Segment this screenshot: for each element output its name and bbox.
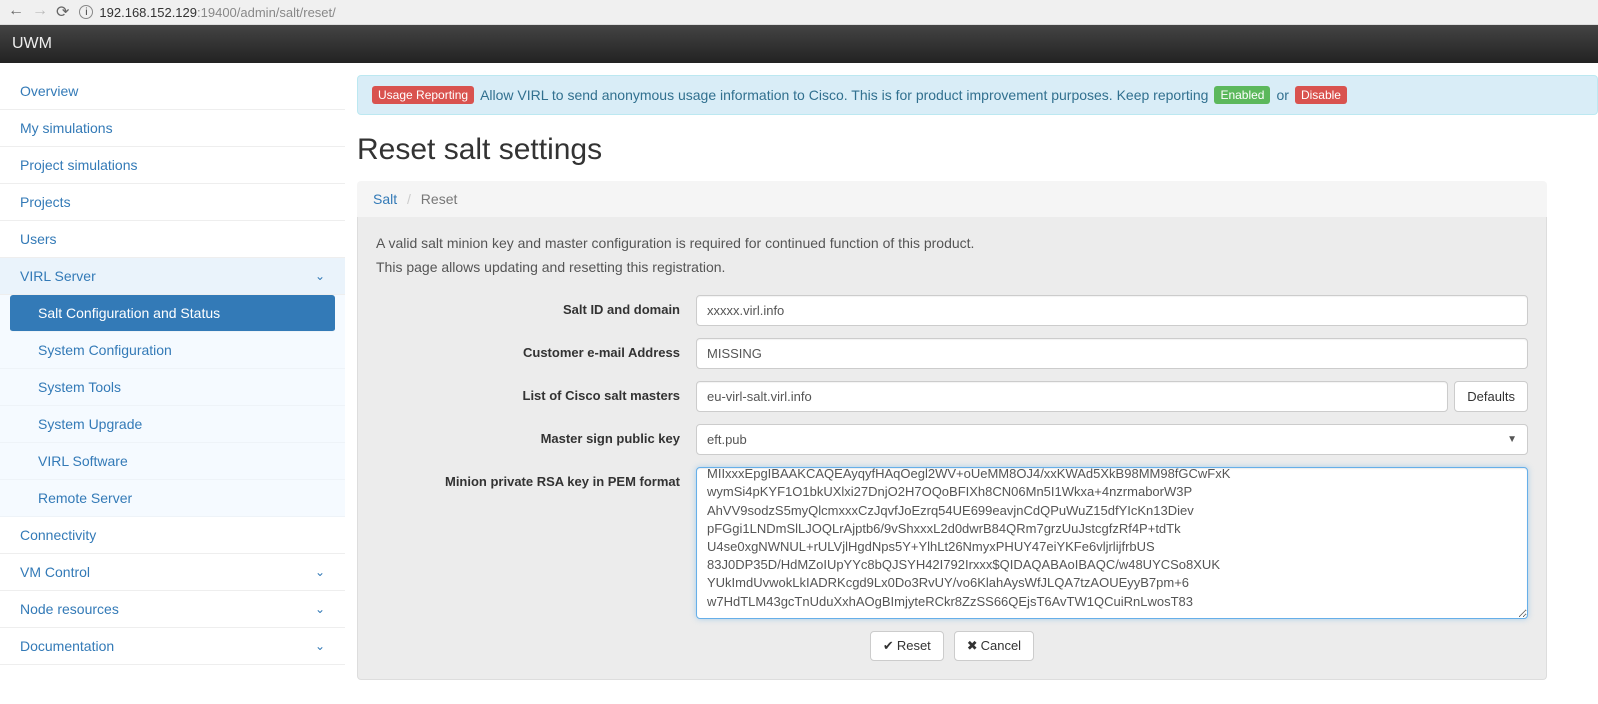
cancel-button-label: Cancel — [981, 638, 1021, 653]
brand-label[interactable]: UWM — [12, 35, 52, 52]
sidebar-item-label: System Tools — [38, 379, 121, 395]
salt-id-label: Salt ID and domain — [376, 295, 696, 317]
back-icon[interactable]: ← — [8, 2, 24, 22]
pem-textarea[interactable] — [696, 467, 1528, 619]
sidebar-item-salt-config[interactable]: Salt Configuration and Status — [10, 295, 335, 332]
sidebar-item-label: VIRL Server — [20, 268, 96, 284]
email-label: Customer e-mail Address — [376, 338, 696, 360]
sidebar: Overview My simulations Project simulati… — [0, 63, 345, 700]
sidebar-item-label: VIRL Software — [38, 453, 128, 469]
alert-or: or — [1276, 87, 1288, 103]
reset-button[interactable]: ✔Reset — [870, 631, 944, 661]
pubkey-label: Master sign public key — [376, 424, 696, 446]
browser-toolbar: ← → ⟳ i 192.168.152.129:19400/admin/salt… — [0, 0, 1598, 25]
sidebar-item-label: System Upgrade — [38, 416, 142, 432]
page-title: Reset salt settings — [357, 133, 1598, 167]
reset-salt-panel: A valid salt minion key and master confi… — [357, 217, 1547, 680]
cancel-button[interactable]: ✖Cancel — [954, 631, 1034, 661]
sidebar-item-node-resources[interactable]: Node resources ⌄ — [0, 591, 345, 628]
app-header: UWM — [0, 25, 1598, 63]
breadcrumb: Salt / Reset — [357, 181, 1547, 217]
info-icon[interactable]: i — [79, 5, 93, 19]
panel-intro-1: A valid salt minion key and master confi… — [376, 235, 1528, 251]
check-icon: ✔ — [883, 638, 894, 653]
sidebar-item-remote-server[interactable]: Remote Server — [0, 480, 345, 517]
url-host: 192.168.152.129 — [99, 5, 197, 20]
sidebar-item-label: Node resources — [20, 601, 119, 617]
salt-id-input[interactable] — [696, 295, 1528, 326]
main-content: Usage Reporting Allow VIRL to send anony… — [345, 63, 1598, 700]
pem-label: Minion private RSA key in PEM format — [376, 467, 696, 489]
sidebar-item-label: Projects — [20, 194, 71, 210]
chevron-down-icon: ▼ — [1507, 434, 1517, 445]
sidebar-item-my-simulations[interactable]: My simulations — [0, 110, 345, 147]
sidebar-item-vm-control[interactable]: VM Control ⌄ — [0, 554, 345, 591]
panel-intro-2: This page allows updating and resetting … — [376, 259, 1528, 275]
sidebar-item-label: VM Control — [20, 564, 90, 580]
masters-label: List of Cisco salt masters — [376, 381, 696, 403]
sidebar-item-project-simulations[interactable]: Project simulations — [0, 147, 345, 184]
sidebar-item-system-tools[interactable]: System Tools — [0, 369, 345, 406]
sidebar-item-system-upgrade[interactable]: System Upgrade — [0, 406, 345, 443]
url-bar[interactable]: i 192.168.152.129:19400/admin/salt/reset… — [79, 5, 335, 20]
sidebar-item-label: Users — [20, 231, 57, 247]
sidebar-item-label: Documentation — [20, 638, 114, 654]
breadcrumb-salt[interactable]: Salt — [373, 191, 397, 207]
sidebar-item-label: My simulations — [20, 120, 113, 136]
reload-icon[interactable]: ⟳ — [56, 2, 69, 22]
chevron-down-icon: ⌄ — [315, 602, 325, 616]
sidebar-item-label: Connectivity — [20, 527, 96, 543]
sidebar-item-users[interactable]: Users — [0, 221, 345, 258]
sidebar-item-virl-software[interactable]: VIRL Software — [0, 443, 345, 480]
defaults-button[interactable]: Defaults — [1454, 381, 1528, 412]
usage-reporting-alert: Usage Reporting Allow VIRL to send anony… — [357, 75, 1598, 115]
disable-button[interactable]: Disable — [1295, 86, 1347, 104]
reset-button-label: Reset — [897, 638, 931, 653]
chevron-down-icon: ⌄ — [315, 269, 325, 283]
chevron-down-icon: ⌄ — [315, 565, 325, 579]
breadcrumb-separator: / — [401, 191, 417, 207]
alert-text: Allow VIRL to send anonymous usage infor… — [480, 87, 1208, 103]
sidebar-item-connectivity[interactable]: Connectivity — [0, 517, 345, 554]
pubkey-select[interactable]: eft.pub ▼ — [696, 424, 1528, 455]
sidebar-item-label: Salt Configuration and Status — [38, 305, 220, 321]
pubkey-select-value: eft.pub — [707, 432, 747, 447]
sidebar-item-overview[interactable]: Overview — [0, 73, 345, 110]
usage-reporting-badge: Usage Reporting — [372, 86, 474, 104]
sidebar-item-documentation[interactable]: Documentation ⌄ — [0, 628, 345, 665]
sidebar-item-label: Overview — [20, 83, 78, 99]
masters-input[interactable] — [696, 381, 1448, 412]
sidebar-item-label: Remote Server — [38, 490, 132, 506]
sidebar-item-label: System Configuration — [38, 342, 172, 358]
enabled-button[interactable]: Enabled — [1214, 86, 1270, 104]
email-input[interactable] — [696, 338, 1528, 369]
sidebar-submenu-virl: Salt Configuration and Status System Con… — [0, 295, 345, 517]
breadcrumb-reset: Reset — [421, 191, 458, 207]
close-icon: ✖ — [967, 638, 978, 653]
url-path: :19400/admin/salt/reset/ — [197, 5, 336, 20]
forward-icon[interactable]: → — [32, 2, 48, 22]
sidebar-item-label: Project simulations — [20, 157, 138, 173]
chevron-down-icon: ⌄ — [315, 639, 325, 653]
sidebar-item-virl-server[interactable]: VIRL Server ⌄ — [0, 258, 345, 295]
sidebar-item-projects[interactable]: Projects — [0, 184, 345, 221]
sidebar-item-system-config[interactable]: System Configuration — [0, 332, 345, 369]
